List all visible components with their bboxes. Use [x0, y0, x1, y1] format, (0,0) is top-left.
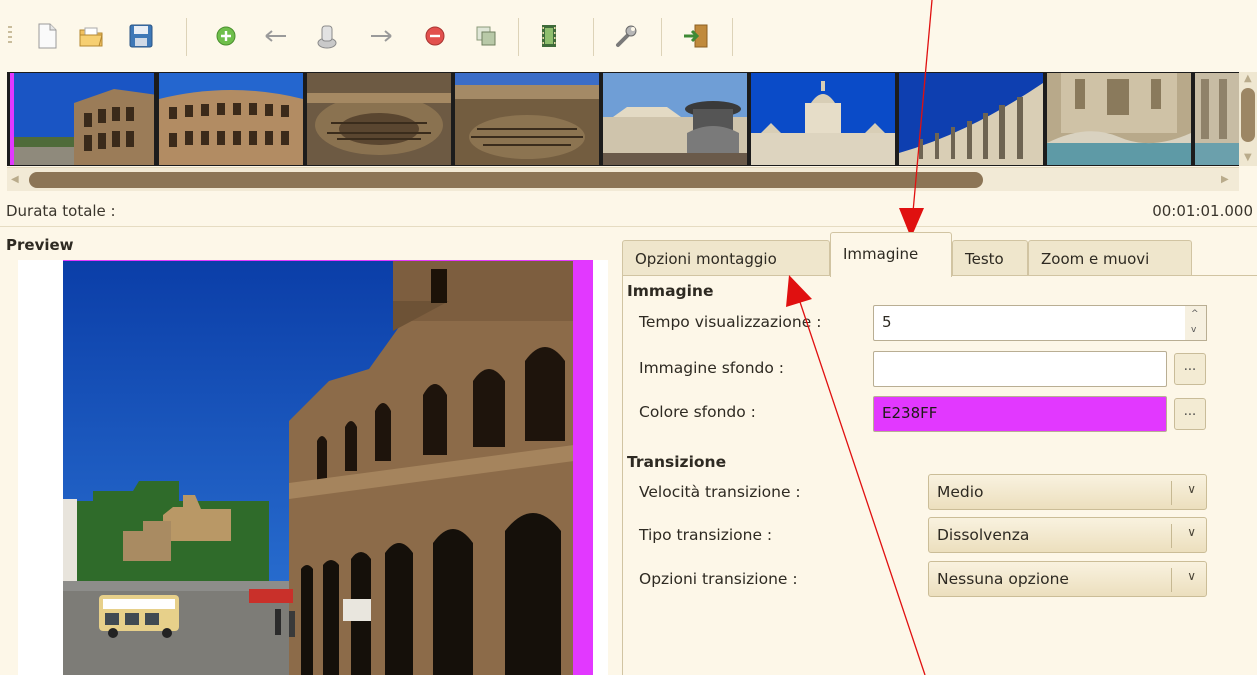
timeline-thumb[interactable]: [307, 73, 451, 165]
timeline-thumb[interactable]: [1195, 73, 1239, 165]
transition-speed-select[interactable]: Medio ∨: [928, 474, 1207, 510]
add-icon[interactable]: [213, 22, 239, 50]
settings-wrench-icon[interactable]: [613, 22, 639, 50]
chevron-down-icon[interactable]: ∨: [1187, 569, 1196, 583]
tab-testo[interactable]: Testo: [952, 240, 1028, 276]
timeline-thumb[interactable]: [1047, 73, 1191, 165]
horizontal-scroll-thumb[interactable]: [29, 172, 983, 188]
timeline-thumb[interactable]: [159, 73, 303, 165]
transition-type-value: Dissolvenza: [937, 526, 1030, 544]
combo-separator: [1171, 481, 1172, 505]
display-time-spin-buttons[interactable]: ^ v: [1185, 305, 1207, 341]
export-icon[interactable]: [683, 22, 709, 50]
timeline-thumb[interactable]: [751, 73, 895, 165]
transition-speed-value: Medio: [937, 483, 984, 501]
timeline-vertical-scrollbar[interactable]: ▲ ▼: [1239, 72, 1257, 166]
timeline-thumb[interactable]: [455, 73, 599, 165]
transition-options-select[interactable]: Nessuna opzione ∨: [928, 561, 1207, 597]
toolbar-separator: [732, 18, 733, 56]
transition-speed-label: Velocità transizione :: [639, 483, 801, 501]
toolbar-grip[interactable]: [8, 26, 12, 46]
total-duration-value: 00:01:01.000: [1152, 202, 1253, 220]
film-icon[interactable]: [536, 22, 562, 50]
toolbar-separator: [661, 18, 662, 56]
section-immagine-title: Immagine: [627, 282, 714, 300]
transition-type-label: Tipo transizione :: [639, 526, 773, 544]
spin-up-icon[interactable]: ^: [1191, 309, 1199, 319]
tab-immagine[interactable]: Immagine: [830, 232, 952, 277]
display-time-spinbox[interactable]: 5: [873, 305, 1187, 341]
chevron-down-icon[interactable]: ∨: [1187, 482, 1196, 496]
tab-opzioni-montaggio[interactable]: Opzioni montaggio: [622, 240, 830, 276]
open-folder-icon[interactable]: [78, 22, 104, 50]
preview-image: [63, 261, 573, 675]
bg-image-browse-button[interactable]: ...: [1174, 353, 1206, 385]
combo-separator: [1171, 568, 1172, 592]
remove-icon[interactable]: [422, 22, 448, 50]
transition-type-select[interactable]: Dissolvenza ∨: [928, 517, 1207, 553]
move-left-icon[interactable]: [263, 22, 289, 50]
tab-zoom-e-muovi[interactable]: Zoom e muovi: [1028, 240, 1192, 276]
scroll-down-arrow-icon[interactable]: ▼: [1244, 152, 1252, 163]
toolbar-separator: [186, 18, 187, 56]
timeline-strip[interactable]: [7, 72, 1239, 166]
move-right-icon[interactable]: [368, 22, 394, 50]
scroll-up-arrow-icon[interactable]: ▲: [1244, 73, 1252, 84]
bg-image-label: Immagine sfondo :: [639, 359, 785, 377]
timeline-horizontal-scrollbar[interactable]: ◀ ▶: [7, 167, 1239, 191]
timeline-thumb[interactable]: [603, 73, 747, 165]
timeline-thumb[interactable]: [10, 73, 154, 165]
display-time-label: Tempo visualizzazione :: [639, 313, 822, 331]
spin-down-icon[interactable]: v: [1191, 325, 1196, 335]
main-toolbar: [0, 0, 1257, 72]
scroll-left-arrow-icon[interactable]: ◀: [11, 174, 19, 185]
toolbar-separator: [593, 18, 594, 56]
toolbar-separator: [518, 18, 519, 56]
preview-title: Preview: [6, 236, 74, 254]
total-duration-label: Durata totale :: [6, 202, 116, 220]
combo-separator: [1171, 524, 1172, 548]
vertical-scroll-thumb[interactable]: [1241, 88, 1255, 142]
bg-color-label: Colore sfondo :: [639, 403, 756, 421]
save-icon[interactable]: [128, 22, 154, 50]
transition-options-value: Nessuna opzione: [937, 570, 1069, 588]
bg-image-field[interactable]: [873, 351, 1167, 387]
section-transizione-title: Transizione: [627, 453, 727, 471]
transition-options-label: Opzioni transizione :: [639, 570, 798, 588]
timeline-thumb[interactable]: [899, 73, 1043, 165]
scroll-right-arrow-icon[interactable]: ▶: [1221, 174, 1229, 185]
chevron-down-icon[interactable]: ∨: [1187, 525, 1196, 539]
bg-color-field[interactable]: E238FF: [873, 396, 1167, 432]
bg-color-browse-button[interactable]: ...: [1174, 398, 1206, 430]
new-document-icon[interactable]: [34, 22, 60, 50]
duration-row: Durata totale : 00:01:01.000: [0, 193, 1257, 227]
copy-icon[interactable]: [473, 22, 499, 50]
import-image-icon[interactable]: [313, 22, 339, 50]
